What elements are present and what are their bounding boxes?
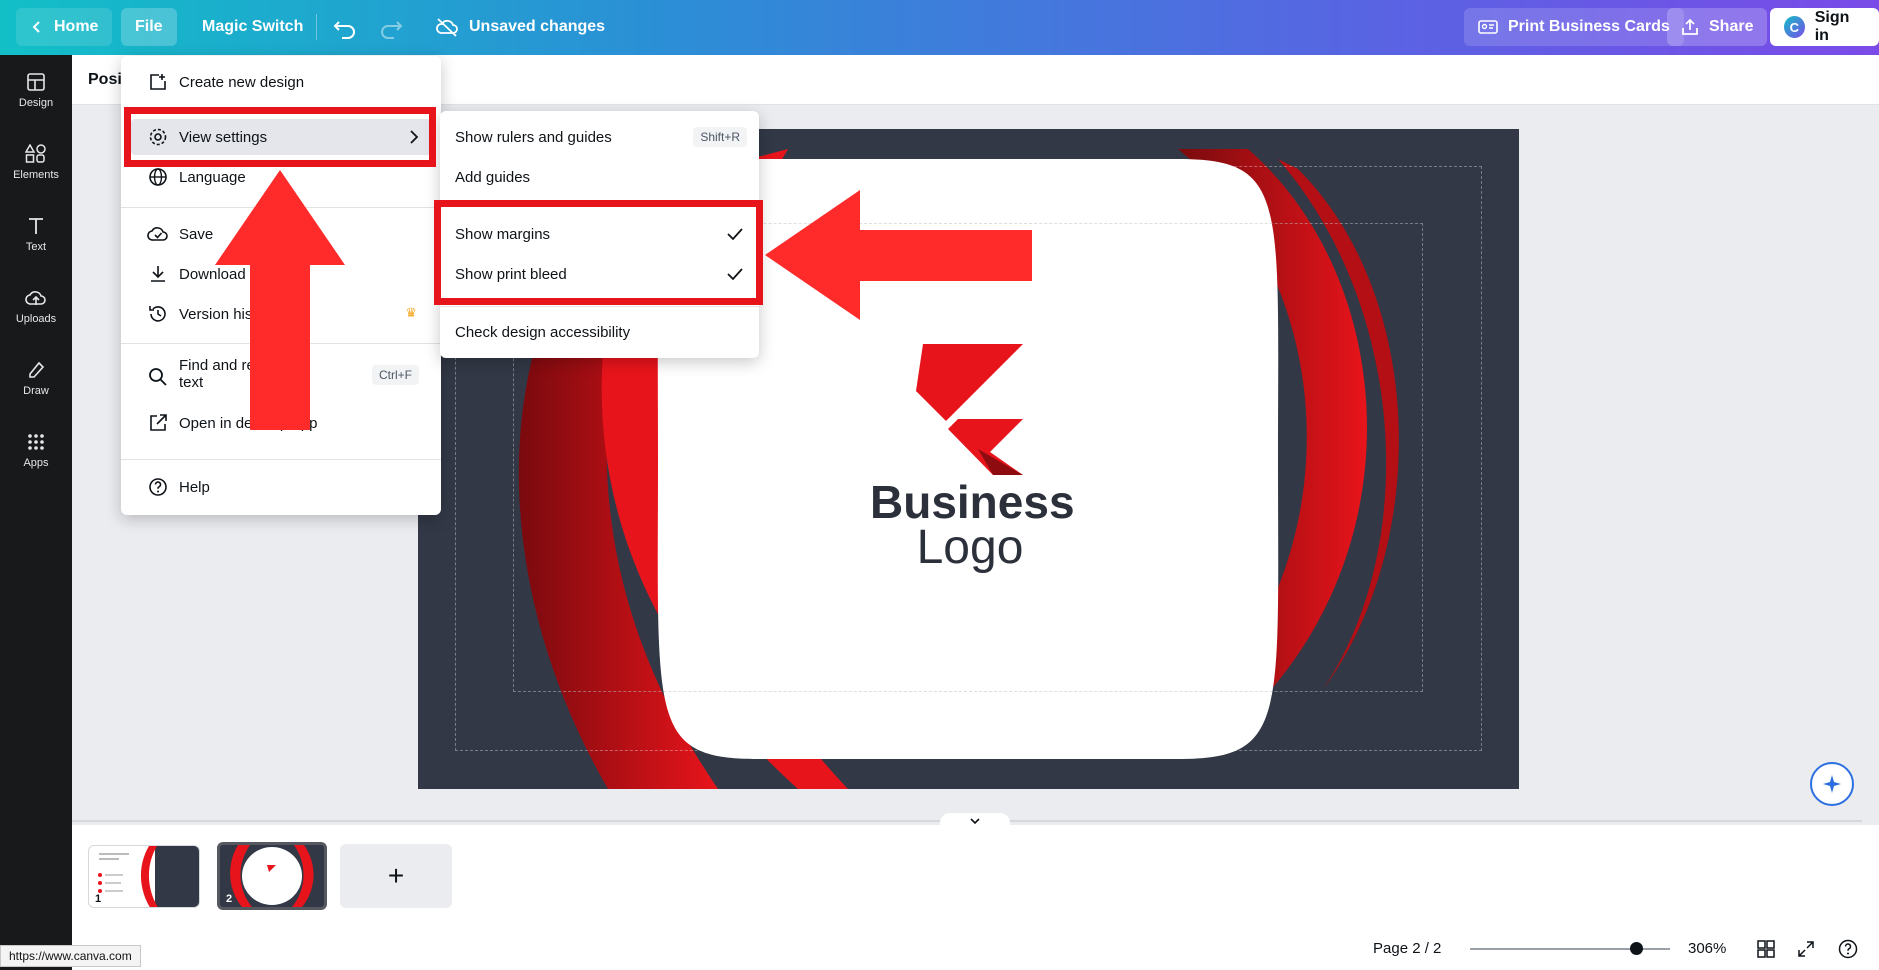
menu-label: Save [179,225,214,243]
menu-label: Help [179,478,210,496]
status-bar [72,930,1879,970]
home-button[interactable]: Home [16,8,113,46]
sidebar-label: Apps [23,456,49,469]
menu-help[interactable]: Help [131,469,431,505]
magic-switch-button[interactable]: Magic Switch [188,8,317,46]
highlight-box-view-settings [124,107,436,167]
grid-icon [28,433,44,450]
annotation-arrow-left [765,190,1032,320]
pen-icon [29,361,45,378]
chevron-left-icon [32,21,40,33]
add-file-icon [150,74,166,90]
print-label: Print Business Cards [1508,18,1670,35]
submenu-label: Add guides [455,168,531,186]
globe-icon [149,168,167,186]
shapes-icon [25,143,46,163]
menu-divider [121,459,441,460]
sidebar-label: Draw [23,384,49,397]
menu-label: Create new design [179,73,305,91]
history-icon [149,306,166,322]
menu-divider [440,306,759,307]
page-indicator[interactable]: Page 2 / 2 [1373,940,1441,957]
unsaved-status[interactable]: Unsaved changes [435,8,605,46]
page-number: 1 [95,893,102,905]
redo-icon[interactable] [376,12,406,42]
grid-view-icon[interactable] [1757,940,1775,958]
highlight-box-margins-bleed [434,200,763,305]
file-menu-button[interactable]: File [121,8,177,46]
link-url-tooltip: https://www.canva.com [0,945,141,967]
page-thumbnail-1[interactable]: 1 [88,845,200,908]
toolbar-divider [316,14,317,40]
shortcut-badge: Shift+R [693,127,747,147]
sidebar-label: Design [18,96,54,109]
submenu-show-rulers[interactable]: Show rulers and guides Shift+R [440,119,759,155]
sidebar-item-design[interactable]: Design [0,60,72,120]
page-1-preview [98,846,199,907]
sidebar-item-apps[interactable]: Apps [0,420,72,480]
sparkle-icon [1823,775,1841,793]
magic-assistant-button[interactable] [1810,762,1854,806]
help-icon [149,478,167,496]
cloud-check-icon [147,227,168,241]
shortcut-badge: Ctrl+F [372,365,419,385]
magic-switch-label: Magic Switch [202,18,304,35]
sidebar-item-draw[interactable]: Draw [0,348,72,408]
sidebar-item-text[interactable]: Text [0,204,72,264]
menu-label: text [179,374,204,391]
annotation-arrow-up [215,170,345,430]
logo-text-logo[interactable]: Logo [870,520,1070,575]
file-label: File [135,18,163,35]
page-number: 2 [226,893,233,905]
sidebar-item-uploads[interactable]: Uploads [0,276,72,336]
fullscreen-icon[interactable] [1797,940,1815,958]
sign-in-button[interactable]: C Sign in [1770,8,1879,46]
cloud-off-icon [436,18,458,37]
chevron-down-icon [970,818,980,825]
left-sidebar: Design Elements Text Uploads Draw Apps [0,55,72,970]
sidebar-item-elements[interactable]: Elements [0,132,72,192]
crown-icon: ♛ [405,305,417,320]
cloud-upload-icon [25,290,46,305]
page-thumbnail-2[interactable]: 2 [217,842,327,910]
share-upload-icon [1682,18,1698,35]
undo-icon[interactable] [330,12,360,42]
print-business-cards-button[interactable]: Print Business Cards [1464,8,1684,46]
text-icon [29,217,43,234]
top-bar: Home File Magic Switch Unsaved changes P… [0,0,1879,55]
sign-in-label: Sign in [1814,9,1850,44]
add-page-button[interactable]: + [340,844,452,908]
submenu-label: Show rulers and guides [455,128,612,146]
zoom-slider-handle[interactable] [1629,942,1643,955]
home-label: Home [54,18,99,35]
sidebar-label: Text [25,240,47,253]
submenu-add-guides[interactable]: Add guides [440,159,759,195]
share-label: Share [1709,18,1754,35]
help-icon[interactable] [1838,939,1858,959]
page-2-preview [230,845,314,907]
menu-create-new-design[interactable]: Create new design [131,64,431,100]
layout-icon [27,72,45,91]
sidebar-label: Elements [13,168,59,181]
unsaved-label: Unsaved changes [469,18,606,35]
external-link-icon [150,414,167,431]
id-card-icon [1478,20,1498,34]
submenu-check-accessibility[interactable]: Check design accessibility [440,314,759,350]
download-icon [151,266,165,282]
zoom-level[interactable]: 306% [1688,940,1726,957]
canva-logo-icon: C [1784,16,1805,38]
search-icon [149,368,167,386]
submenu-label: Check design accessibility [455,323,631,341]
sidebar-label: Uploads [15,312,57,325]
share-button[interactable]: Share [1667,8,1768,46]
